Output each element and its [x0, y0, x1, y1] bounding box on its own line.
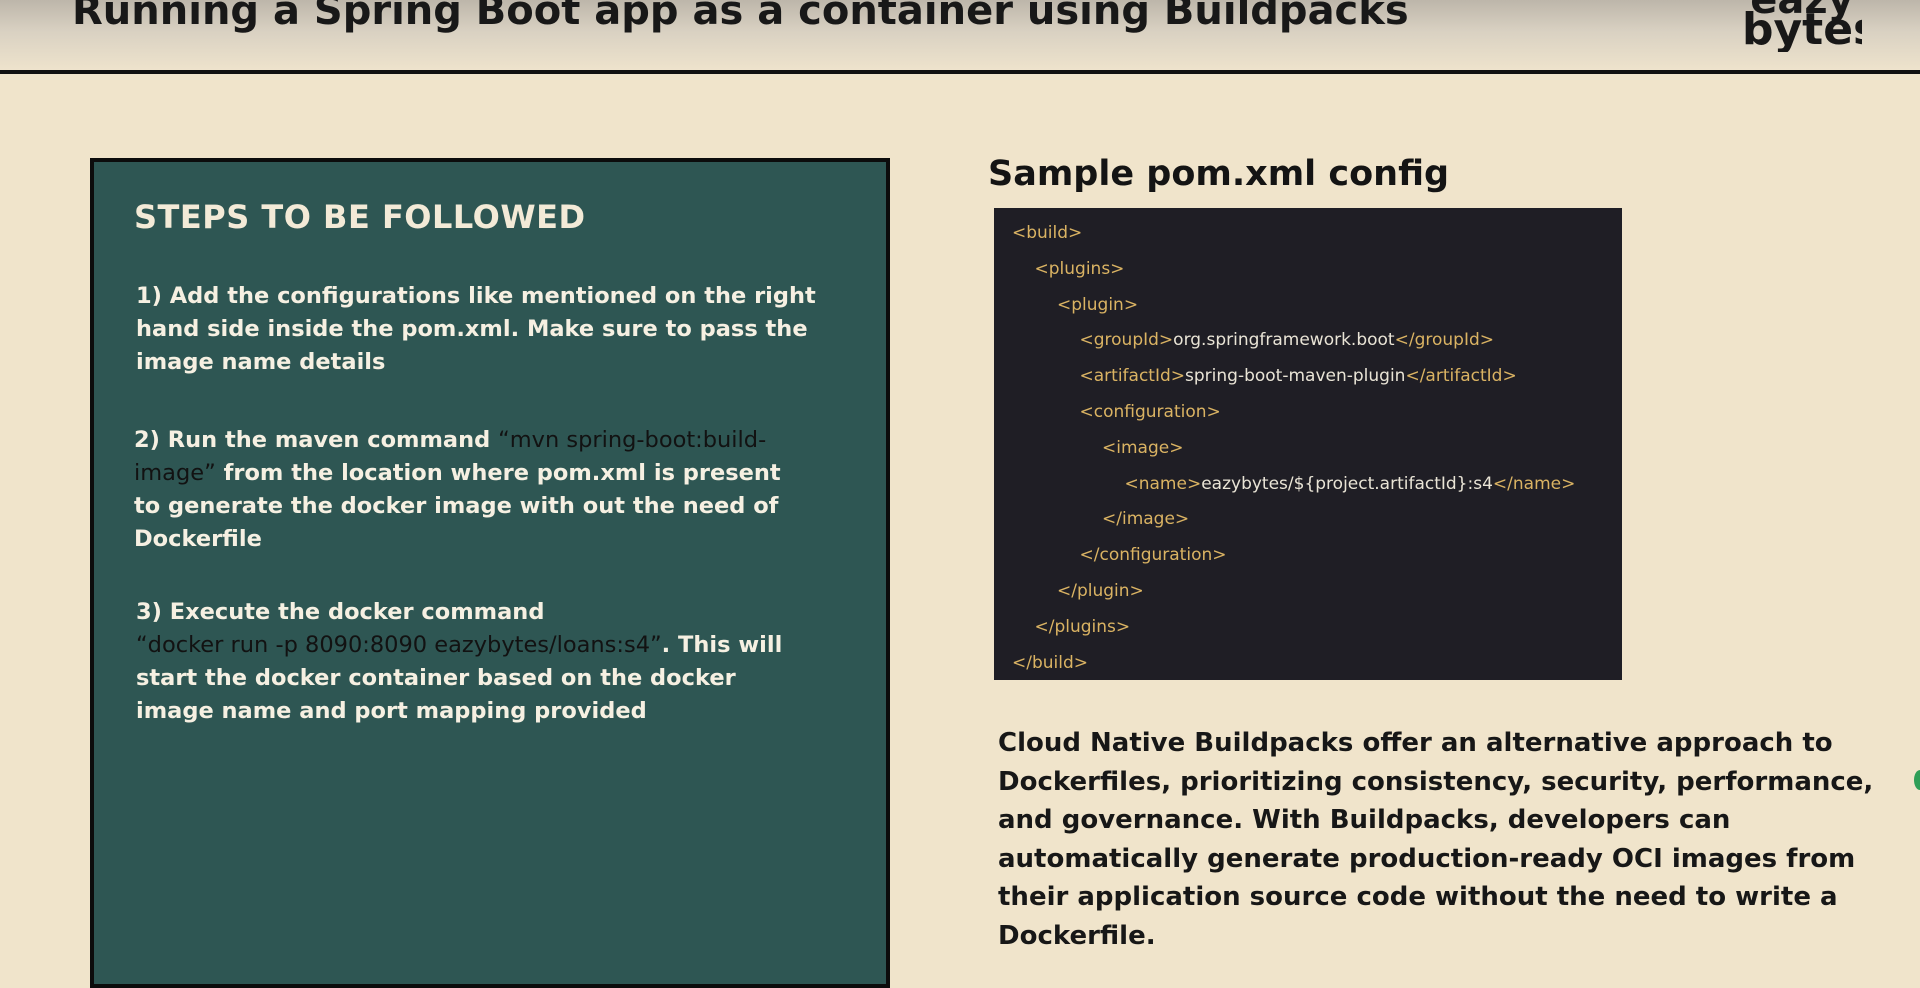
logo-text-bottom: bytes: [1742, 4, 1862, 52]
code-line: <image>: [994, 431, 1622, 467]
step-text: 3) Execute the docker command: [136, 599, 545, 625]
step-item: 2) Run the maven command “mvn spring-boo…: [134, 424, 814, 556]
code-open-tag: </plugins>: [1034, 616, 1131, 637]
step-item: 3) Execute the docker command “docker ru…: [136, 596, 816, 728]
code-open-tag: <groupId>: [1079, 330, 1174, 351]
pom-code-block: <build> <plugins> <plugin> <groupId>org.spr…: [994, 208, 1622, 680]
code-open-tag: </plugin>: [1057, 580, 1144, 601]
code-open-tag: <image>: [1102, 437, 1184, 458]
code-line: <name>eazybytes/${project.artifactId}:s4…: [994, 467, 1622, 503]
step-text: 1) Add the configurations like mentioned…: [136, 283, 816, 375]
step-text: 2) Run the maven command: [134, 427, 499, 453]
step-item: 1) Add the configurations like mentioned…: [136, 280, 816, 379]
code-value: org.springframework.boot: [1173, 330, 1395, 351]
code-open-tag: <artifactId>: [1079, 366, 1186, 387]
buildpacks-description: Cloud Native Buildpacks offer an alterna…: [998, 728, 1874, 951]
code-line: <artifactId>spring-boot-maven-plugin</ar…: [994, 359, 1622, 395]
code-open-tag: </image>: [1102, 509, 1190, 530]
code-line: </build>: [994, 646, 1622, 682]
code-line: </configuration>: [994, 538, 1622, 574]
code-open-tag: <configuration>: [1079, 401, 1221, 422]
code-close-tag: </groupId>: [1394, 330, 1495, 351]
code-line: <plugin>: [994, 288, 1622, 324]
code-open-tag: </configuration>: [1079, 545, 1227, 566]
slide-title: Running a Spring Boot app as a container…: [72, 0, 1409, 34]
code-line: </plugin>: [994, 574, 1622, 610]
code-line: </image>: [994, 502, 1622, 538]
steps-panel: STEPS TO BE FOLLOWED 1) Add the configur…: [90, 158, 890, 988]
edge-indicator: [1914, 770, 1920, 790]
code-open-tag: <name>: [1124, 473, 1202, 494]
code-open-tag: <plugin>: [1057, 294, 1139, 315]
eazybytes-logo: eazy bytes: [1742, 0, 1862, 52]
steps-heading: STEPS TO BE FOLLOWED: [134, 198, 586, 236]
step-text-continued: from the location where pom.xml is prese…: [134, 460, 781, 552]
code-close-tag: </artifactId>: [1405, 366, 1517, 387]
code-open-tag: <plugins>: [1034, 258, 1125, 279]
code-line: <configuration>: [994, 395, 1622, 431]
code-close-tag: </name>: [1492, 473, 1576, 494]
code-value: eazybytes/${project.artifactId}:s4: [1201, 473, 1493, 494]
code-open-tag: </build>: [1012, 652, 1089, 673]
code-line: <build>: [994, 216, 1622, 252]
code-value: spring-boot-maven-plugin: [1185, 366, 1406, 387]
pom-config-heading: Sample pom.xml config: [988, 154, 1450, 194]
code-line: </plugins>: [994, 610, 1622, 646]
code-open-tag: <build>: [1012, 223, 1083, 243]
code-line: <plugins>: [994, 252, 1622, 288]
step-command: “docker run -p 8090:8090 eazybytes/loans…: [136, 632, 662, 658]
slide-header: Running a Spring Boot app as a container…: [0, 0, 1920, 74]
code-line: <groupId>org.springframework.boot</group…: [994, 323, 1622, 359]
